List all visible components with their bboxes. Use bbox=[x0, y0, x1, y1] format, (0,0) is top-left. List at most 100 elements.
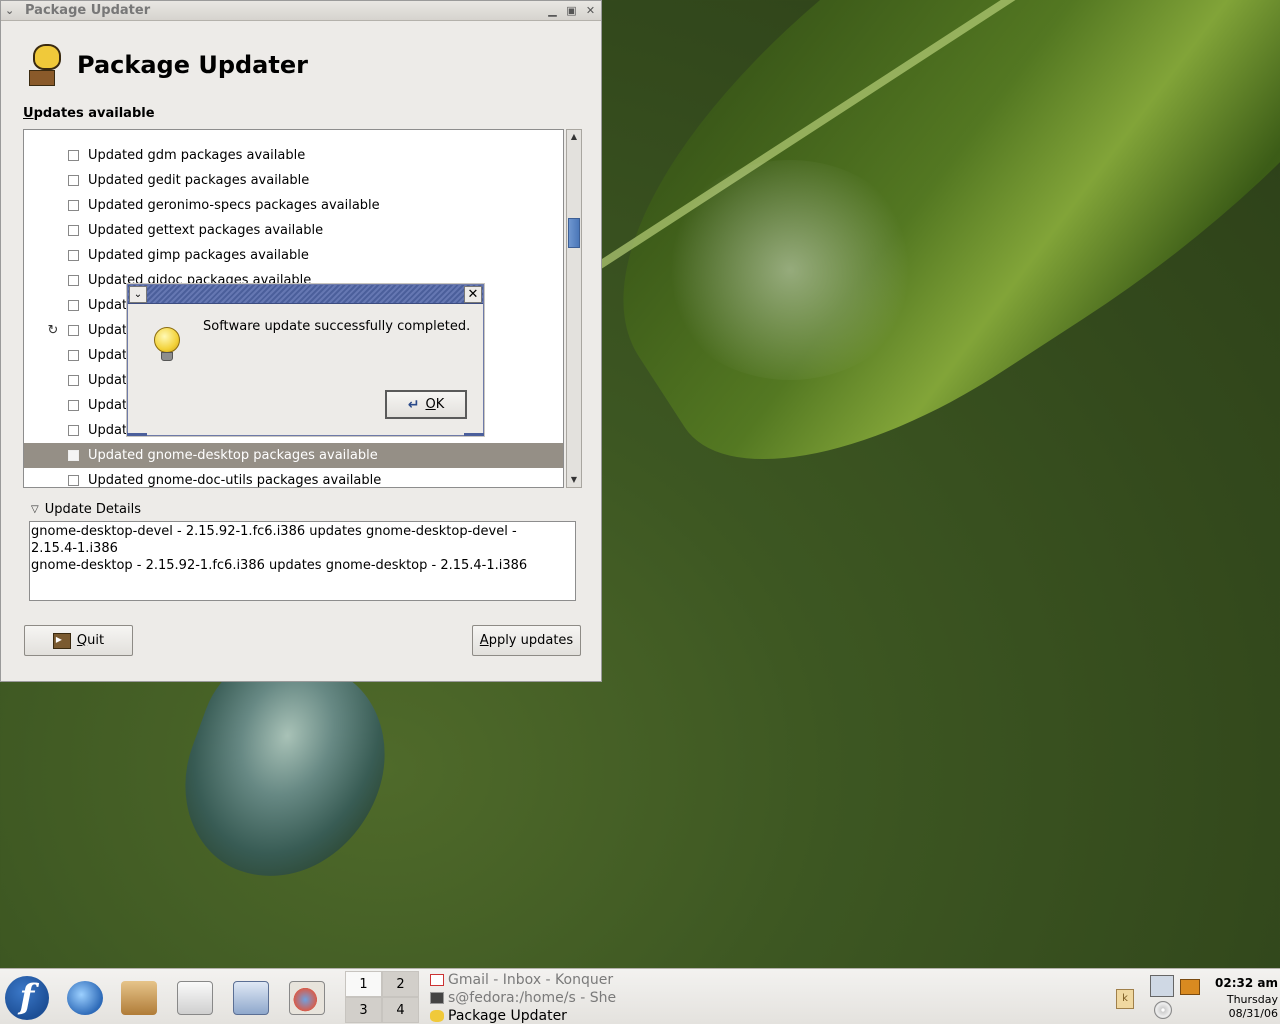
clock-day: Thursday bbox=[1226, 993, 1278, 1006]
update-list-item[interactable]: Updated gnome-desktop packages available bbox=[24, 443, 563, 468]
update-label: Updated gedit packages available bbox=[88, 173, 310, 188]
task-label: Gmail - Inbox - Konquer bbox=[448, 972, 614, 988]
task-label: s@fedora:/home/s - She bbox=[448, 990, 617, 1006]
quit-button-label: Quit bbox=[76, 633, 105, 648]
details-line: gnome-desktop - 2.15.92-1.fc6.i386 updat… bbox=[31, 558, 528, 573]
update-label: Updat bbox=[88, 423, 128, 438]
system-tray: k bbox=[1110, 973, 1206, 1021]
update-label: Updat bbox=[88, 323, 128, 338]
app-header: Package Updater bbox=[1, 21, 601, 91]
pager-desktop-3[interactable]: 3 bbox=[345, 997, 382, 1023]
window-title: Package Updater bbox=[25, 3, 151, 18]
close-icon[interactable]: ✕ bbox=[584, 4, 597, 17]
task-list: Gmail - Inbox - Konquer s@fedora:/home/s… bbox=[430, 971, 630, 1024]
update-checkbox[interactable] bbox=[68, 425, 79, 436]
update-checkbox[interactable] bbox=[68, 350, 79, 361]
task-package-updater[interactable]: Package Updater bbox=[430, 1007, 630, 1024]
wallet-icon[interactable] bbox=[1180, 979, 1200, 995]
ok-button[interactable]: ↵ OK bbox=[385, 390, 467, 419]
refresh-icon: ↻ bbox=[47, 323, 59, 338]
spreadsheet-launcher[interactable] bbox=[228, 977, 274, 1019]
fedora-logo-icon: f bbox=[5, 976, 49, 1020]
presentation-icon bbox=[289, 981, 325, 1015]
exit-icon bbox=[52, 632, 71, 649]
maximize-icon[interactable]: ▣ bbox=[565, 4, 578, 17]
pager-desktop-2[interactable]: 2 bbox=[382, 971, 419, 997]
package-icon bbox=[121, 981, 157, 1015]
update-checkbox[interactable] bbox=[68, 300, 79, 311]
scrollbar-thumb[interactable] bbox=[568, 218, 580, 248]
fedora-menu-button[interactable]: f bbox=[4, 976, 50, 1020]
app-title: Package Updater bbox=[77, 51, 308, 79]
update-label: Updated gettext packages available bbox=[88, 223, 324, 238]
klipper-icon[interactable]: k bbox=[1116, 989, 1134, 1009]
scroll-down-arrow-icon[interactable]: ▼ bbox=[567, 473, 581, 487]
update-checkbox[interactable] bbox=[68, 400, 79, 411]
update-list-item[interactable]: Updated gedit packages available bbox=[24, 168, 563, 193]
update-checkbox[interactable] bbox=[68, 175, 79, 186]
package-updater-logo-icon bbox=[27, 42, 67, 88]
update-label: Updated gdm packages available bbox=[88, 148, 306, 163]
update-checkbox[interactable] bbox=[68, 275, 79, 286]
presentation-launcher[interactable] bbox=[284, 977, 330, 1019]
file-manager-launcher[interactable] bbox=[116, 977, 162, 1019]
clock-time: 02:32 am bbox=[1215, 976, 1278, 990]
task-gmail[interactable]: Gmail - Inbox - Konquer bbox=[430, 971, 630, 989]
update-label: Updated gnome-doc-utils packages availab… bbox=[88, 473, 382, 488]
ok-button-label: OK bbox=[425, 397, 445, 412]
spreadsheet-icon bbox=[233, 981, 269, 1015]
dialog-menu-icon[interactable]: ⌄ bbox=[129, 285, 147, 303]
update-label: Updat bbox=[88, 398, 128, 413]
expander-triangle-icon: ▽ bbox=[31, 504, 39, 515]
task-terminal[interactable]: s@fedora:/home/s - She bbox=[430, 989, 630, 1007]
desktop-pager[interactable]: 1 2 3 4 bbox=[345, 971, 419, 1023]
scroll-up-arrow-icon[interactable]: ▲ bbox=[567, 130, 581, 144]
update-details-text: gnome-desktop-devel - 2.15.92-1.fc6.i386… bbox=[29, 521, 576, 601]
clock-date: 08/31/06 bbox=[1228, 1007, 1278, 1020]
wallpaper-highlight bbox=[660, 160, 920, 380]
update-list-item[interactable]: Updated gimp packages available bbox=[24, 243, 563, 268]
update-details-label: Update Details bbox=[44, 502, 141, 517]
update-label: Updat bbox=[88, 373, 128, 388]
update-list-item[interactable]: Updated gnome-doc-utils packages availab… bbox=[24, 468, 563, 488]
update-details-expander[interactable]: ▽ Update Details bbox=[31, 502, 141, 517]
pager-desktop-1[interactable]: 1 bbox=[345, 971, 382, 997]
update-checkbox[interactable] bbox=[68, 150, 79, 161]
apply-updates-button[interactable]: Apply updates bbox=[472, 625, 581, 656]
network-lock-icon[interactable] bbox=[1150, 975, 1174, 997]
globe-icon bbox=[67, 981, 103, 1015]
web-browser-launcher[interactable] bbox=[62, 977, 108, 1019]
dialog-titlebar[interactable]: ⌄ ✕ bbox=[128, 285, 483, 304]
media-player-icon[interactable] bbox=[1154, 1001, 1172, 1019]
update-checkbox[interactable] bbox=[68, 250, 79, 261]
minimize-icon[interactable]: ▁ bbox=[546, 4, 559, 17]
update-label: Updat bbox=[88, 298, 128, 313]
update-checkbox[interactable] bbox=[68, 450, 79, 461]
details-line: gnome-desktop-devel - 2.15.92-1.fc6.i386… bbox=[31, 524, 517, 539]
update-checkbox[interactable] bbox=[68, 375, 79, 386]
dialog-message: Software update successfully completed. bbox=[203, 319, 471, 334]
package-updater-icon bbox=[430, 1010, 444, 1022]
update-checkbox[interactable] bbox=[68, 475, 79, 486]
writer-launcher[interactable] bbox=[172, 977, 218, 1019]
update-complete-dialog: ⌄ ✕ Software update successfully complet… bbox=[127, 284, 484, 436]
quit-button[interactable]: Quit bbox=[24, 625, 133, 656]
window-titlebar[interactable]: ⌄ Package Updater ▁ ▣ ✕ bbox=[1, 1, 601, 21]
details-line: 2.15.4-1.i386 bbox=[31, 541, 118, 556]
window-menu-icon[interactable]: ⌄ bbox=[5, 4, 19, 17]
update-checkbox[interactable] bbox=[68, 325, 79, 336]
update-list-item[interactable]: Updated gdm packages available bbox=[24, 143, 563, 168]
update-label: Updated gnome-desktop packages available bbox=[88, 448, 378, 463]
update-checkbox[interactable] bbox=[68, 225, 79, 236]
clock[interactable]: 02:32 am Thursday 08/31/06 bbox=[1210, 973, 1278, 1021]
terminal-icon bbox=[430, 992, 444, 1004]
enter-arrow-icon: ↵ bbox=[407, 396, 420, 413]
dialog-close-icon[interactable]: ✕ bbox=[464, 285, 482, 303]
update-list-item[interactable]: Updated gettext packages available bbox=[24, 218, 563, 243]
pager-desktop-4[interactable]: 4 bbox=[382, 997, 419, 1023]
update-label: Updated geronimo-specs packages availabl… bbox=[88, 198, 380, 213]
update-list-item[interactable]: Updated geronimo-specs packages availabl… bbox=[24, 193, 563, 218]
updates-available-label: Updates available bbox=[23, 106, 155, 121]
update-checkbox[interactable] bbox=[68, 200, 79, 211]
updates-list-scrollbar[interactable]: ▲ ▼ bbox=[566, 129, 582, 488]
